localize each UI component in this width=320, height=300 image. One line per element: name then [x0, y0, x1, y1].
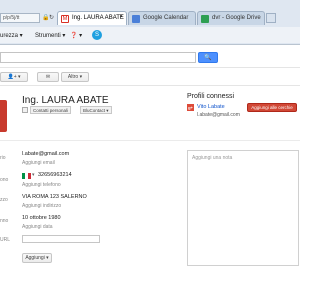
url-input[interactable] — [22, 235, 100, 243]
phone-label: ono — [0, 177, 9, 183]
tab-contact[interactable]: M Ing. LAURA ABATE × — [57, 11, 127, 25]
tab-label: Google Calendar — [143, 15, 189, 21]
menu-help[interactable]: ❓ ▾ — [70, 32, 82, 39]
group-checkbox[interactable] — [22, 107, 28, 113]
close-tab-icon[interactable]: × — [119, 14, 123, 20]
add-contact-button[interactable]: 👤+ ▾ — [0, 72, 28, 82]
email-label: rio — [0, 155, 6, 161]
menu-security[interactable]: urezza ▾ — [0, 32, 23, 39]
browser-chrome: p/p/5j/tt 🔒 ↻ M Ing. LAURA ABATE × Googl… — [0, 0, 300, 45]
note-area[interactable]: Aggiungi una nota — [187, 150, 299, 266]
note-placeholder: Aggiungi una nota — [192, 155, 233, 161]
divider — [0, 67, 300, 68]
add-date-link[interactable]: Aggiungi data — [22, 224, 53, 230]
contact-name: Ing. LAURA ABATE — [22, 95, 109, 106]
skype-icon[interactable]: S — [92, 30, 102, 40]
mail-button[interactable]: ✉ — [37, 72, 59, 82]
phone-value[interactable]: 32656963214 — [38, 172, 72, 178]
calendar-icon — [132, 15, 140, 23]
add-phone-link[interactable]: Aggiungi telefono — [22, 182, 61, 188]
refresh-icon[interactable]: ↻ — [49, 14, 54, 21]
italy-flag-icon[interactable] — [22, 173, 31, 179]
address-label: zzo — [0, 197, 8, 203]
google-plus-icon: g+ — [187, 104, 194, 111]
birthday-label: nno — [0, 218, 9, 224]
tab-drive[interactable]: dvr - Google Drive — [197, 11, 265, 25]
search-input[interactable] — [0, 52, 196, 63]
more-button[interactable]: Altro ▾ — [61, 72, 89, 82]
drive-icon — [201, 15, 209, 23]
contact-photo[interactable] — [0, 100, 7, 132]
add-email-link[interactable]: Aggiungi email — [22, 160, 55, 166]
tab-calendar[interactable]: Google Calendar — [128, 11, 196, 25]
menu-tools[interactable]: Strumenti ▾ — [35, 32, 65, 39]
gmail-icon: M — [61, 15, 69, 23]
email-value[interactable]: l.abate@gmail.com — [22, 151, 69, 157]
group-chip-blucontact[interactable]: BluContact ▾ — [80, 106, 112, 114]
birthday-value[interactable]: 10 ottobre 1980 — [22, 215, 61, 221]
menu-bar: urezza ▾ Strumenti ▾ ❓ ▾ S — [0, 27, 300, 43]
chevron-down-icon[interactable]: ▾ — [32, 172, 35, 178]
tab-label: dvr - Google Drive — [212, 15, 261, 21]
url-label: URL — [0, 237, 11, 243]
add-field-button[interactable]: Aggiungi ▾ — [22, 253, 52, 263]
tab-label: Ing. LAURA ABATE — [72, 15, 124, 21]
address-value[interactable]: VIA ROMA 123 SALERNO — [22, 194, 87, 200]
divider — [0, 140, 300, 141]
search-button[interactable]: 🔍 — [198, 52, 218, 63]
group-chip-personal[interactable]: Contatti personali — [30, 106, 72, 114]
add-to-circles-button[interactable]: Aggiungi alle cerchie — [247, 103, 297, 112]
profiles-title: Profili connessi — [187, 93, 235, 100]
add-address-link[interactable]: Aggiungi indirizzo — [22, 203, 61, 209]
profile-email: l.abate@gmail.com — [197, 112, 240, 118]
profile-name-link[interactable]: Vito Labate — [197, 104, 225, 110]
new-tab-button[interactable] — [266, 13, 276, 23]
divider — [0, 85, 300, 86]
address-bar[interactable]: p/p/5j/tt — [0, 13, 40, 23]
